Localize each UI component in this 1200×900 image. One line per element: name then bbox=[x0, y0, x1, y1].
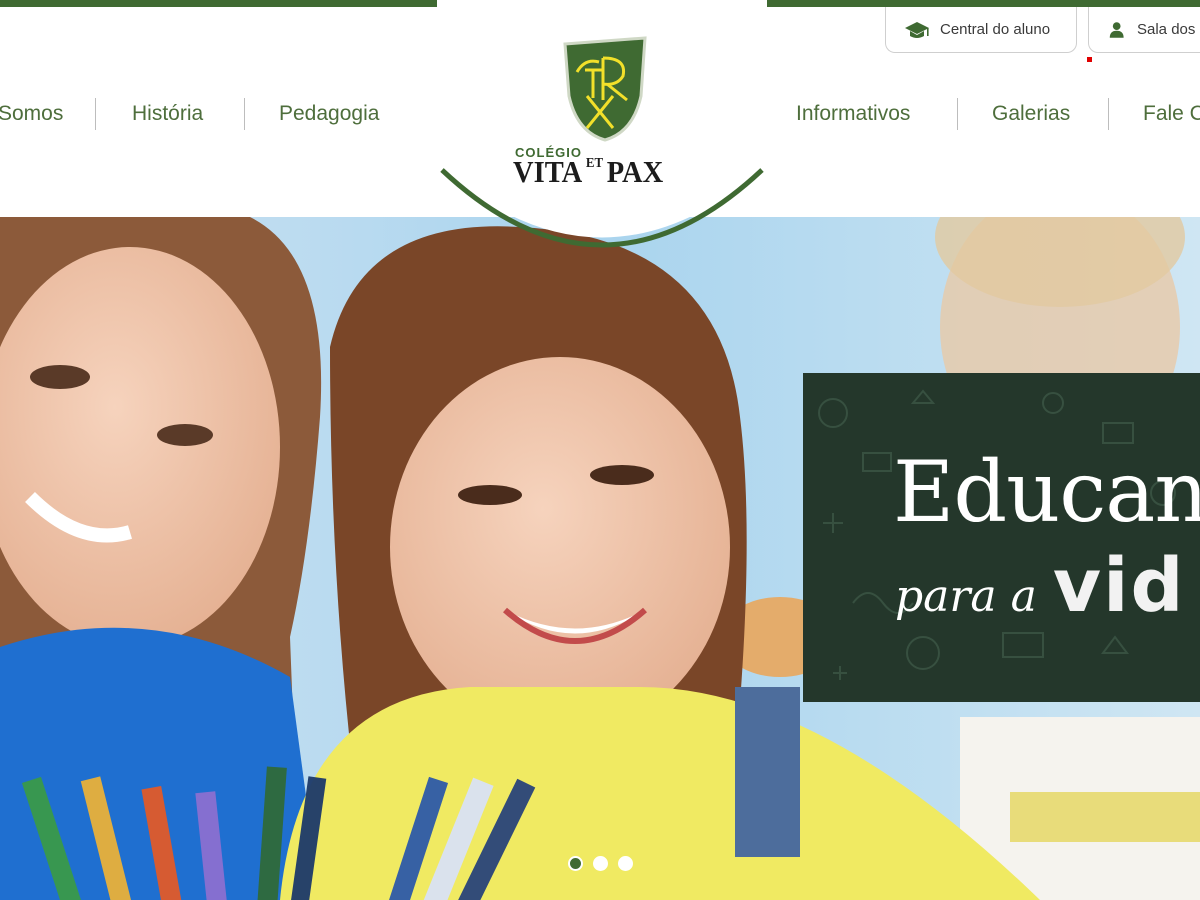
logo-shape bbox=[437, 0, 767, 248]
chalkboard-banner: Educand para a vid bbox=[803, 373, 1200, 702]
slider-dot-1[interactable] bbox=[568, 856, 583, 871]
nav-divider bbox=[244, 98, 245, 130]
nav-item-informativos[interactable]: Informativos bbox=[796, 98, 910, 130]
banner-subtitle-bold: vid bbox=[1052, 543, 1186, 629]
nav-item-galerias[interactable]: Galerias bbox=[992, 98, 1070, 130]
sala-dos-professores-label: Sala dos P bbox=[1137, 21, 1200, 38]
logo-name-et: ET bbox=[585, 156, 604, 171]
central-do-aluno-label: Central do aluno bbox=[940, 21, 1051, 38]
nav-item-somos[interactable]: Somos bbox=[0, 98, 63, 130]
central-do-aluno-button[interactable]: Central do aluno bbox=[885, 7, 1077, 53]
nav-item-pedagogia[interactable]: Pedagogia bbox=[279, 98, 379, 130]
banner-title: Educand bbox=[893, 443, 1200, 541]
logo-school-name: VITA ET PAX bbox=[513, 154, 663, 190]
nav-item-fale-conosco[interactable]: Fale C bbox=[1143, 98, 1200, 130]
graduation-cap-icon bbox=[905, 21, 929, 38]
nav-divider bbox=[957, 98, 958, 130]
banner-subtitle: para a vid bbox=[895, 543, 1185, 629]
red-marker bbox=[1087, 57, 1092, 62]
nav-item-historia[interactable]: História bbox=[132, 98, 203, 130]
nav-divider bbox=[95, 98, 96, 130]
banner-subtitle-script: para a bbox=[895, 571, 1037, 622]
logo-name-pax: PAX bbox=[606, 154, 664, 189]
slider-dots bbox=[568, 856, 638, 872]
sala-dos-professores-button[interactable]: Sala dos P bbox=[1088, 7, 1200, 53]
logo-name-vita: VITA bbox=[513, 154, 583, 189]
user-icon bbox=[1109, 21, 1124, 38]
slider-dot-3[interactable] bbox=[618, 856, 633, 871]
slider-dot-2[interactable] bbox=[593, 856, 608, 871]
nav-divider bbox=[1108, 98, 1109, 130]
school-logo[interactable]: COLÉGIO VITA ET PAX bbox=[437, 0, 767, 268]
